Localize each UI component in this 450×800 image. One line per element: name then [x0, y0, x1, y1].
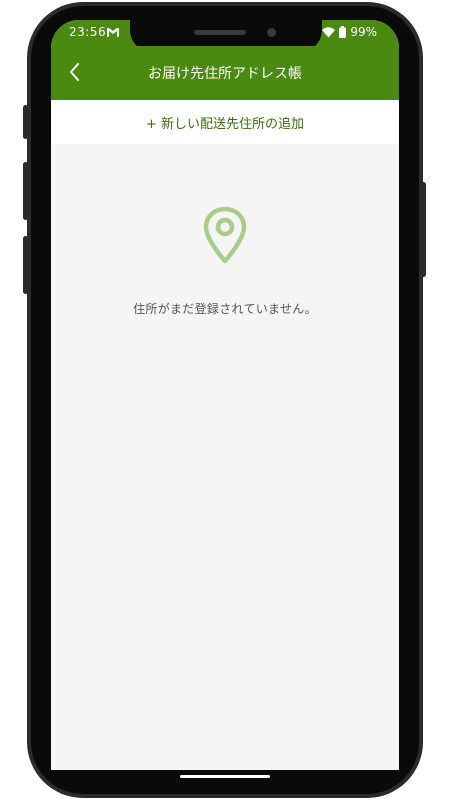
add-address-label: + 新しい配送先住所の追加 [145, 116, 305, 132]
empty-state-message: 住所がまだ登録されていません。 [133, 302, 317, 316]
speaker-grille [194, 30, 246, 35]
status-time: 23:56 [69, 25, 107, 39]
battery-percent: 99% [350, 25, 377, 39]
location-pin-icon [203, 206, 247, 264]
status-right-group: 99% [322, 25, 377, 39]
empty-state: 住所がまだ登録されていません。 [51, 206, 399, 317]
add-address-button[interactable]: + 新しい配送先住所の追加 [51, 100, 399, 144]
phone-side-button-left-1 [23, 105, 28, 139]
page-title: お届け先住所アドレス帳 [148, 66, 302, 82]
gmail-icon [107, 28, 119, 37]
phone-side-button-left-2 [23, 162, 28, 220]
phone-side-button-right [421, 182, 426, 277]
app-screen: 23:56 99% お届け先住所アドレス帳 + 新しい配送先住所の追加 住所がま… [51, 20, 399, 770]
front-camera [267, 28, 276, 37]
wifi-icon [322, 26, 336, 37]
phone-side-button-left-3 [23, 236, 28, 294]
app-bar: お届け先住所アドレス帳 [51, 46, 399, 100]
battery-icon [339, 26, 347, 38]
home-indicator[interactable] [180, 775, 270, 778]
